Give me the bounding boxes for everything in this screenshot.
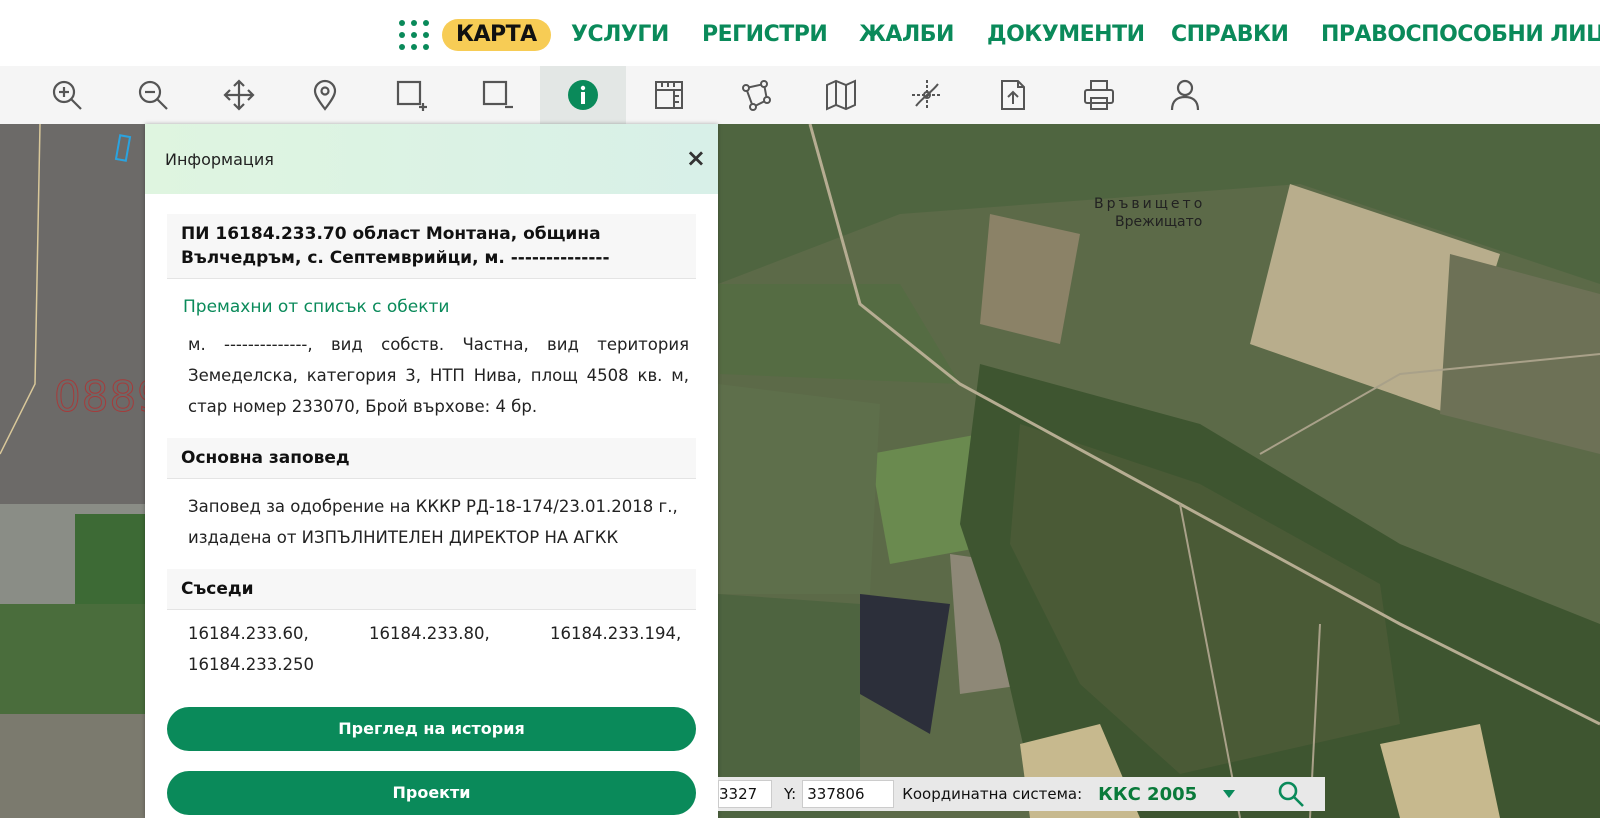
coordinate-system-select[interactable]: ККС 2005 [1098, 784, 1197, 805]
document-upload-icon [1001, 80, 1025, 110]
nav-item-references[interactable]: СПРАВКИ [1171, 19, 1289, 51]
nav-item-documents[interactable]: ДОКУМЕНТИ [987, 19, 1145, 51]
y-coordinate-label: Y: [784, 785, 797, 803]
map-place-label: Връвището [1094, 196, 1206, 212]
neighbor-item[interactable]: 16184.233.80, [369, 618, 550, 649]
nav-item-qualified-persons[interactable]: ПРАВОСПОСОБНИ ЛИЦА [1321, 19, 1600, 51]
map-place-label-alt: Врежищато [1115, 214, 1203, 230]
polygon-button[interactable] [712, 66, 798, 124]
neighbor-item[interactable]: 16184.233.60, [188, 618, 369, 649]
coordinate-system-label: Координатна система: [902, 785, 1083, 803]
pan-button[interactable] [196, 66, 282, 124]
close-icon[interactable]: × [686, 146, 706, 170]
object-description: м. --------------, вид собств. Частна, в… [188, 335, 689, 416]
user-button[interactable] [1142, 66, 1228, 124]
add-selection-icon [396, 80, 427, 111]
apps-grid-icon[interactable] [399, 20, 429, 50]
pan-icon [223, 79, 255, 111]
info-panel-body: ПИ 16184.233.70 област Монтана, община В… [145, 194, 718, 680]
x-coordinate-field[interactable]: 3327 [718, 780, 772, 808]
location-button[interactable] [282, 66, 368, 124]
neighbors-list: 16184.233.60, 16184.233.80, 16184.233.19… [167, 610, 696, 680]
chevron-down-icon[interactable] [1223, 790, 1236, 798]
app-root: КАРТА УСЛУГИ РЕГИСТРИ ЖАЛБИ ДОКУМЕНТИ СП… [0, 0, 1600, 818]
polygon-icon [742, 80, 771, 111]
map-layers-icon [826, 79, 856, 111]
info-panel-title: Информация [165, 149, 274, 169]
measure-icon [655, 81, 683, 109]
zoom-out-button[interactable] [110, 66, 196, 124]
remove-selection-button[interactable] [454, 66, 540, 124]
zoom-in-button[interactable] [24, 66, 110, 124]
nav-item-services[interactable]: УСЛУГИ [571, 19, 669, 51]
info-panel: Информация × ПИ 16184.233.70 област Монт… [145, 124, 718, 818]
neighbors-heading: Съседи [167, 569, 696, 610]
zoom-in-icon [52, 80, 82, 110]
neighbor-item[interactable]: 16184.233.194, [550, 618, 681, 649]
map-toolbar [0, 66, 1600, 124]
map-layers-button[interactable] [798, 66, 884, 124]
y-coordinate-field[interactable]: 337806 [802, 780, 895, 808]
nav-item-complaints[interactable]: ЖАЛБИ [859, 19, 954, 51]
info-icon [568, 80, 598, 110]
nav-item-map[interactable]: КАРТА [442, 19, 551, 51]
coordinates-icon [912, 80, 942, 110]
info-panel-header: Информация × [145, 124, 718, 194]
nav-item-registers[interactable]: РЕГИСТРИ [702, 19, 828, 51]
remove-from-list-link[interactable]: Премахни от списък с обекти [183, 297, 696, 317]
info-tool-button[interactable] [540, 66, 626, 124]
object-heading: ПИ 16184.233.70 област Монтана, община В… [167, 214, 696, 279]
remove-selection-icon [482, 80, 513, 109]
location-pin-icon [313, 79, 337, 111]
coordinates-button[interactable] [884, 66, 970, 124]
search-icon[interactable] [1277, 780, 1305, 808]
view-history-button[interactable]: Преглед на история [167, 707, 696, 751]
projects-button[interactable]: Проекти [167, 771, 696, 815]
measure-button[interactable] [626, 66, 712, 124]
coordinate-bar: 3327 Y: 337806 Координатна система: ККС … [718, 777, 1325, 811]
zoom-out-icon [138, 80, 168, 110]
print-icon [1084, 80, 1114, 110]
neighbor-item[interactable]: 16184.233.250 [188, 649, 388, 680]
print-button[interactable] [1056, 66, 1142, 124]
document-upload-button[interactable] [970, 66, 1056, 124]
order-text: Заповед за одобрение на КККР РД-18-174/2… [188, 497, 678, 547]
top-navigation: КАРТА УСЛУГИ РЕГИСТРИ ЖАЛБИ ДОКУМЕНТИ СП… [0, 0, 1600, 66]
order-heading: Основна заповед [167, 438, 696, 479]
add-selection-button[interactable] [368, 66, 454, 124]
user-icon [1170, 79, 1200, 111]
